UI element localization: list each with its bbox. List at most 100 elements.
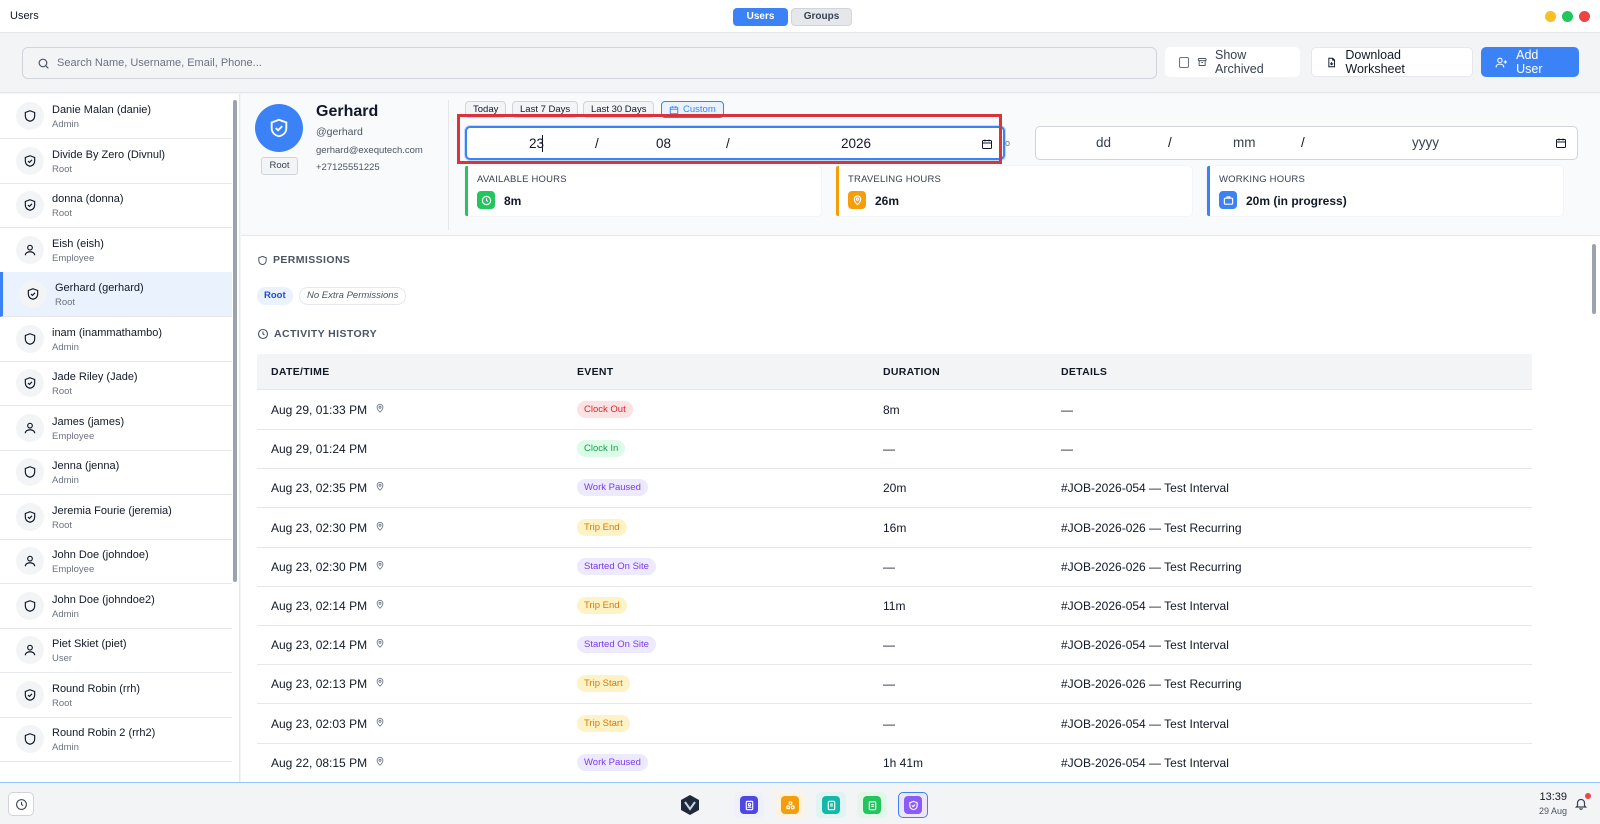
location-pin-icon[interactable] xyxy=(375,481,385,495)
calendar-icon[interactable] xyxy=(981,138,993,150)
range-last-30-days[interactable]: Last 30 Days xyxy=(583,101,655,118)
end-day[interactable]: dd xyxy=(1096,135,1111,150)
row-details: #JOB-2026-054 — Test Interval xyxy=(1061,755,1229,770)
user-name: Jade Riley (Jade) xyxy=(52,371,138,383)
location-pin-icon[interactable] xyxy=(375,403,385,417)
calendar-icon xyxy=(669,105,679,114)
stat-value: 26m xyxy=(875,194,900,208)
list-item[interactable]: James (james) Employee xyxy=(0,406,232,451)
list-item[interactable]: John Doe (johndoe2) Admin xyxy=(0,584,232,629)
table-row[interactable]: Aug 22, 08:15 PM Work Paused 1h 41m #JOB-20… xyxy=(257,743,1532,782)
briefcase-icon xyxy=(1219,191,1237,209)
history-icon xyxy=(257,328,269,340)
table-row[interactable]: Aug 23, 02:14 PM Trip End 11m #JOB-2026-054… xyxy=(257,586,1532,626)
list-item[interactable]: donna (donna) Root xyxy=(0,183,232,228)
list-item[interactable]: John Doe (johndoe) Employee xyxy=(0,539,232,584)
column-header-datetime[interactable]: DATE/TIME xyxy=(271,366,330,378)
calendar-icon[interactable] xyxy=(1555,137,1567,149)
table-row[interactable]: Aug 23, 02:03 PM Trip Start — #JOB-2026-054… xyxy=(257,704,1532,744)
minimize-button[interactable] xyxy=(1545,11,1556,22)
document-icon[interactable] xyxy=(816,792,846,818)
location-pin-icon[interactable] xyxy=(375,717,385,731)
table-row[interactable]: Aug 23, 02:13 PM Trip Start — #JOB-2026-026… xyxy=(257,664,1532,705)
user-name: Gerhard (gerhard) xyxy=(55,282,144,294)
list-item[interactable]: Eish (eish) Employee xyxy=(0,228,232,273)
list-item[interactable]: Jeremia Fourie (jeremia) Root xyxy=(0,495,232,540)
event-badge: Clock In xyxy=(577,440,626,458)
row-datetime: Aug 23, 02:14 PM xyxy=(271,599,385,613)
range-custom[interactable]: Custom xyxy=(661,101,724,118)
list-item[interactable]: Jade Riley (Jade) Root xyxy=(0,361,232,406)
tab-users[interactable]: Users xyxy=(733,8,788,26)
list-item[interactable]: Gerhard (gerhard) Root xyxy=(0,272,232,317)
list-item[interactable]: Danie Malan (danie) Admin xyxy=(0,94,232,139)
row-datetime: Aug 23, 02:35 PM xyxy=(271,481,385,495)
shield-app-icon[interactable] xyxy=(898,792,928,818)
location-pin-icon[interactable] xyxy=(375,521,385,535)
download-worksheet-button[interactable]: Download Worksheet xyxy=(1311,47,1473,77)
user-name: Eish (eish) xyxy=(52,237,104,250)
list-item[interactable]: Jenna (jenna) Admin xyxy=(0,450,232,495)
search-input[interactable] xyxy=(57,48,1147,78)
stat-label: TRAVELING HOURS xyxy=(848,174,942,185)
table-row[interactable]: Aug 29, 01:24 PM Clock In — — xyxy=(257,429,1532,470)
card-accent xyxy=(1207,166,1210,216)
start-month[interactable]: 08 xyxy=(656,136,671,151)
table-row[interactable]: Aug 29, 01:33 PM Clock Out 8m — xyxy=(257,390,1532,430)
toolbar: Show Archived Download Worksheet Add Use… xyxy=(0,33,1600,93)
event-badge: Started On Site xyxy=(577,557,656,575)
profile-phone: +27125551225 xyxy=(316,162,380,173)
range-today[interactable]: Today xyxy=(465,101,507,118)
user-role: Root xyxy=(55,297,76,308)
maximize-button[interactable] xyxy=(1562,11,1573,22)
table-row[interactable]: Aug 23, 02:14 PM Started On Site — #JOB-202… xyxy=(257,625,1532,666)
taskbar-date: 29 Aug xyxy=(1538,806,1567,816)
start-year[interactable]: 2026 xyxy=(841,136,871,151)
main-scrollbar[interactable] xyxy=(1592,244,1596,314)
list-item[interactable]: Round Robin 2 (rrh2) Admin xyxy=(0,717,232,762)
add-user-button[interactable]: Add User xyxy=(1481,47,1579,77)
list-item[interactable]: inam (inammathambo) Admin xyxy=(0,317,232,362)
clipboard-icon[interactable] xyxy=(857,792,887,818)
end-date-input[interactable]: dd / mm / yyyy xyxy=(1035,126,1578,160)
end-year[interactable]: yyyy xyxy=(1412,135,1439,150)
row-duration: — xyxy=(883,559,895,574)
column-header-details[interactable]: DETAILS xyxy=(1061,366,1107,378)
list-item[interactable]: Piet Skiet (piet) User xyxy=(0,628,232,673)
clock-button[interactable] xyxy=(8,792,34,816)
location-pin-icon[interactable] xyxy=(375,638,385,652)
modules-icon[interactable] xyxy=(775,792,805,818)
user-name: John Doe (johndoe) xyxy=(52,549,149,561)
contacts-icon[interactable] xyxy=(734,792,764,818)
location-pin-icon[interactable] xyxy=(375,560,385,574)
row-datetime: Aug 29, 01:33 PM xyxy=(271,403,385,417)
column-header-event[interactable]: EVENT xyxy=(577,366,614,378)
table-row[interactable]: Aug 23, 02:30 PM Trip End 16m #JOB-2026-026… xyxy=(257,508,1532,548)
tab-groups[interactable]: Groups xyxy=(791,8,852,26)
location-pin-icon[interactable] xyxy=(375,599,385,613)
stat-label: AVAILABLE HOURS xyxy=(477,174,567,185)
range-last-7-days[interactable]: Last 7 Days xyxy=(512,101,579,118)
person-icon xyxy=(16,235,44,264)
show-archived-checkbox[interactable] xyxy=(1179,56,1189,68)
user-role: Admin xyxy=(52,119,79,130)
shield-icon xyxy=(16,324,44,353)
sidebar-scrollbar[interactable] xyxy=(233,100,237,582)
table-row[interactable]: Aug 23, 02:35 PM Work Paused 20m #JOB-2026-… xyxy=(257,468,1532,509)
user-role: User xyxy=(52,653,73,664)
logo-icon[interactable] xyxy=(675,792,705,818)
end-month[interactable]: mm xyxy=(1233,135,1256,150)
working-hours-card: WORKING HOURS 20m (in progress) xyxy=(1207,166,1563,216)
shield-check-icon xyxy=(19,280,47,308)
list-item[interactable]: Round Robin (rrh) Root xyxy=(0,673,232,718)
show-archived-toggle[interactable]: Show Archived xyxy=(1165,47,1300,77)
list-item[interactable]: Divide By Zero (Divnul) Root xyxy=(0,139,232,184)
column-header-duration[interactable]: DURATION xyxy=(883,366,940,378)
person-icon xyxy=(16,636,44,664)
location-pin-icon[interactable] xyxy=(375,756,385,770)
close-button[interactable] xyxy=(1579,11,1590,22)
location-pin-icon[interactable] xyxy=(375,677,385,691)
table-row[interactable]: Aug 23, 02:30 PM Started On Site — #JOB-202… xyxy=(257,547,1532,587)
start-date-input[interactable]: 23 / 08 / 2026 xyxy=(465,126,1005,160)
row-duration: 16m xyxy=(883,520,907,535)
